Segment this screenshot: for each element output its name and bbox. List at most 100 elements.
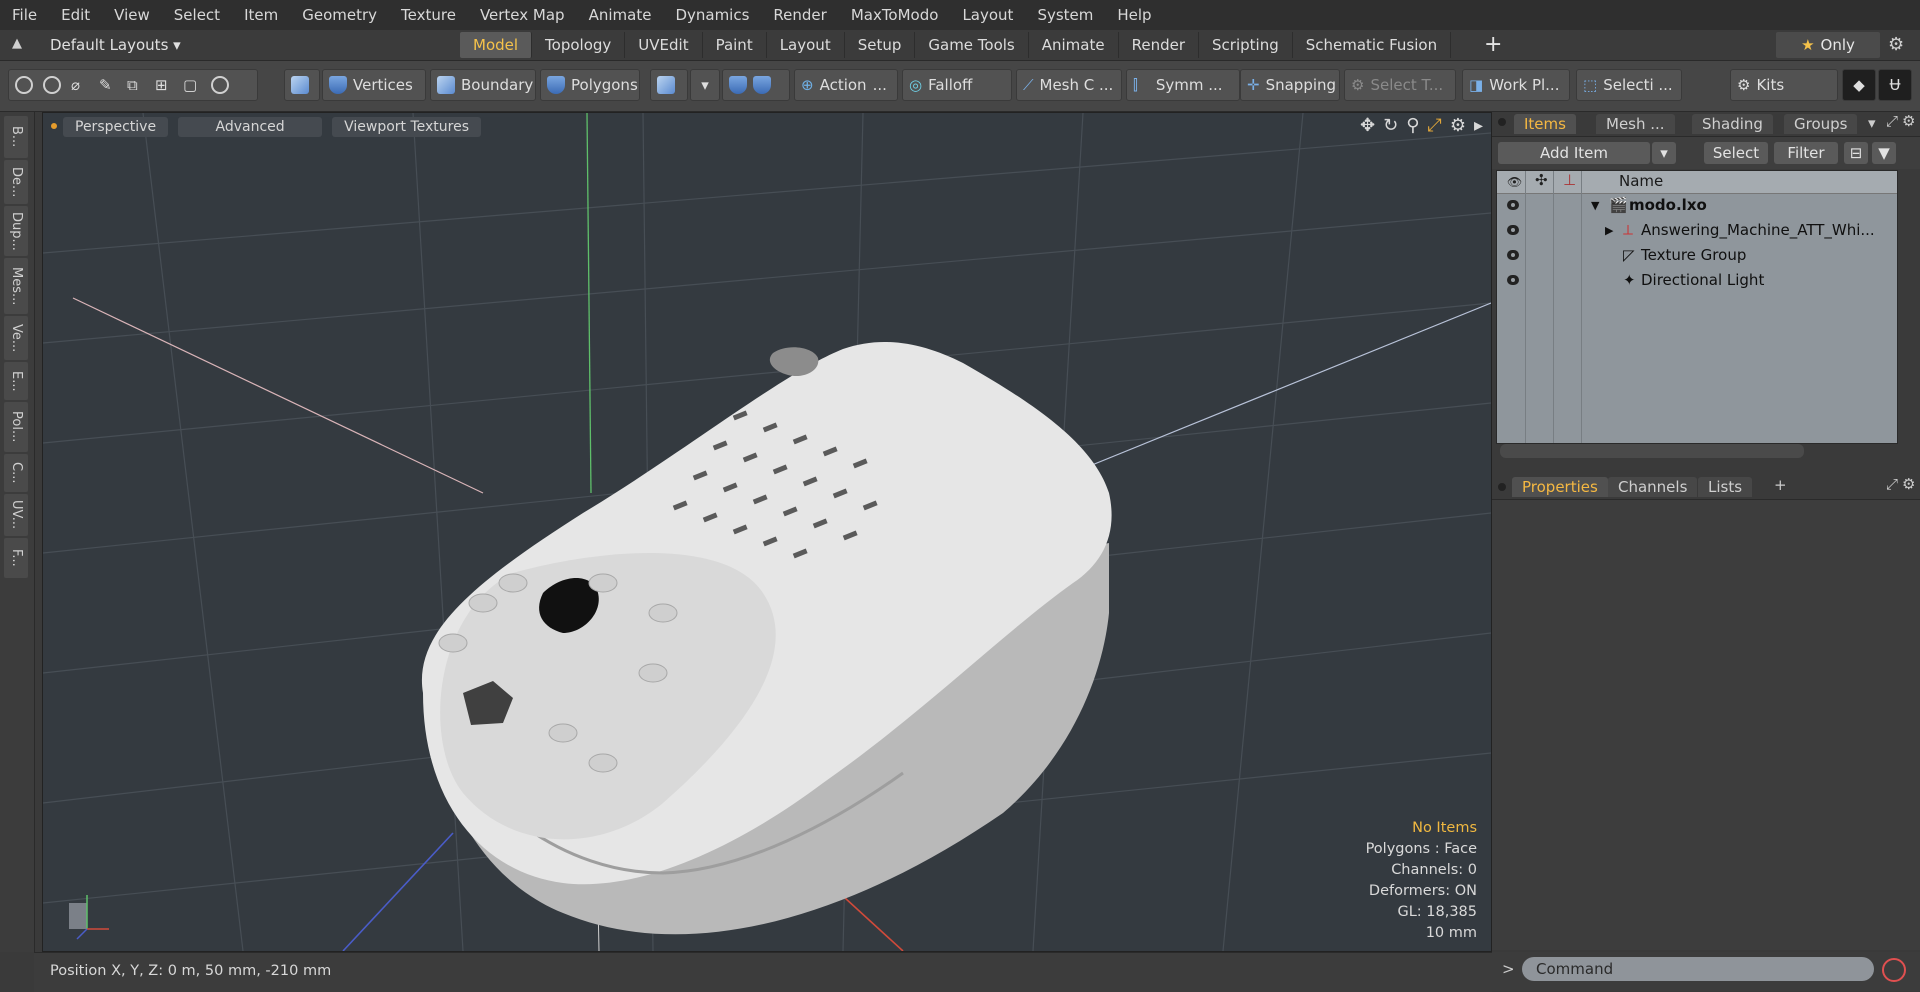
mesh-constraints-button[interactable]: ⟋ Mesh C ... bbox=[1016, 69, 1122, 101]
menu-help[interactable]: Help bbox=[1105, 6, 1163, 24]
eye-icon[interactable] bbox=[1507, 275, 1519, 285]
tab-uvedit[interactable]: UVEdit bbox=[625, 32, 703, 58]
tree-row-scene[interactable]: ▼ 🎬 modo.lxo bbox=[1497, 193, 1897, 218]
pan-icon[interactable]: ✥ bbox=[1360, 115, 1375, 136]
tabs-dropdown-icon[interactable]: ▾ bbox=[1868, 114, 1876, 132]
menu-view[interactable]: View bbox=[102, 6, 162, 24]
only-button[interactable]: ★ Only bbox=[1776, 32, 1880, 58]
eye-icon[interactable] bbox=[1507, 250, 1519, 260]
add-tab-plus-icon[interactable]: + bbox=[1774, 476, 1787, 494]
tab-shading[interactable]: Shading bbox=[1692, 114, 1773, 134]
command-input[interactable]: Command bbox=[1522, 957, 1874, 981]
filter-button[interactable]: Filter bbox=[1774, 142, 1838, 164]
expand-arrow-icon[interactable]: ▸ bbox=[1474, 115, 1483, 136]
tab-topology[interactable]: Topology bbox=[532, 32, 626, 58]
menu-edit[interactable]: Edit bbox=[49, 6, 102, 24]
tab-channels[interactable]: Channels bbox=[1608, 477, 1698, 497]
tab-setup[interactable]: Setup bbox=[845, 32, 916, 58]
vtab-mesh-edit[interactable]: Mes... bbox=[4, 258, 28, 314]
collapse-arrow-icon[interactable]: ▲ bbox=[12, 36, 28, 52]
menu-maxtomodo[interactable]: MaxToModo bbox=[839, 6, 951, 24]
name-column-header[interactable]: Name bbox=[1619, 172, 1663, 190]
layout-dropdown[interactable]: Default Layouts ▾ bbox=[50, 30, 181, 60]
unity-button[interactable]: ◆ bbox=[1842, 69, 1876, 101]
tab-scripting[interactable]: Scripting bbox=[1199, 32, 1293, 58]
vtab-fusion[interactable]: F... bbox=[4, 538, 28, 578]
shield-icon[interactable] bbox=[729, 76, 747, 94]
tree-row-texture-group[interactable]: ◸ Texture Group bbox=[1497, 243, 1897, 268]
vtab-basic[interactable]: B... bbox=[4, 116, 28, 158]
pen-icon[interactable]: ⌀ bbox=[71, 76, 89, 94]
circle-select-icon[interactable] bbox=[15, 76, 33, 94]
items-mode-button[interactable] bbox=[284, 69, 320, 101]
gear-icon[interactable]: ⚙ bbox=[1888, 34, 1904, 55]
collapse-icon[interactable]: ⊟ bbox=[1844, 142, 1868, 164]
perspective-dropdown[interactable]: Perspective bbox=[63, 117, 169, 137]
horizontal-scrollbar[interactable] bbox=[1500, 444, 1804, 458]
panel-gear-icon[interactable]: ⚙ bbox=[1902, 112, 1915, 130]
menu-item[interactable]: Item bbox=[232, 6, 290, 24]
tab-game-tools[interactable]: Game Tools bbox=[915, 32, 1029, 58]
menu-vertex-map[interactable]: Vertex Map bbox=[468, 6, 577, 24]
zoom-icon[interactable]: ⚲ bbox=[1406, 115, 1419, 136]
tab-mesh[interactable]: Mesh ... bbox=[1596, 114, 1675, 134]
snapping-button[interactable]: ✛ Snapping bbox=[1240, 69, 1340, 101]
add-item-dropdown-icon[interactable]: ▾ bbox=[1652, 142, 1676, 164]
eye-icon[interactable] bbox=[1507, 225, 1519, 235]
menu-select[interactable]: Select bbox=[162, 6, 232, 24]
rotate-icon[interactable]: ↻ bbox=[1383, 115, 1398, 136]
tab-groups[interactable]: Groups bbox=[1784, 114, 1858, 134]
panel-expand-icon[interactable]: ⤢ bbox=[1886, 475, 1898, 493]
viewport-textures-dropdown[interactable]: Viewport Textures bbox=[332, 117, 482, 137]
falloff-button[interactable]: ◎ Falloff bbox=[902, 69, 1012, 101]
material-mode-button[interactable] bbox=[650, 69, 688, 101]
tab-layout[interactable]: Layout bbox=[767, 32, 845, 58]
vtab-uv[interactable]: UV... bbox=[4, 494, 28, 536]
expand-arrow-icon[interactable]: ▼ bbox=[1591, 193, 1599, 218]
3d-viewport[interactable]: Perspective Advanced Viewport Textures ✥… bbox=[42, 112, 1492, 952]
menu-animate[interactable]: Animate bbox=[577, 6, 664, 24]
add-tab-plus-icon[interactable]: + bbox=[1484, 32, 1502, 58]
expand-arrow-icon[interactable]: ▶ bbox=[1605, 218, 1613, 243]
maximize-icon[interactable]: ⤢ bbox=[1427, 115, 1441, 136]
vtab-vertex[interactable]: Ve... bbox=[4, 316, 28, 360]
tab-properties[interactable]: Properties bbox=[1512, 477, 1608, 497]
tab-schematic-fusion[interactable]: Schematic Fusion bbox=[1293, 32, 1452, 58]
menu-texture[interactable]: Texture bbox=[389, 6, 468, 24]
menu-system[interactable]: System bbox=[1025, 6, 1105, 24]
link-icon[interactable]: ⧉ bbox=[127, 76, 145, 94]
vtab-duplicate[interactable]: Dup... bbox=[4, 206, 28, 256]
action-button[interactable]: ⊕ Action... bbox=[794, 69, 898, 101]
tab-lists[interactable]: Lists bbox=[1698, 477, 1753, 497]
record-icon[interactable] bbox=[1882, 958, 1906, 982]
menu-render[interactable]: Render bbox=[761, 6, 838, 24]
selection-sets-button[interactable]: ⬚ Selecti ... bbox=[1576, 69, 1682, 101]
vtab-curve[interactable]: C... bbox=[4, 454, 28, 492]
mode-dropdown[interactable]: ▾ bbox=[690, 69, 720, 101]
shading-dropdown[interactable]: Advanced bbox=[178, 117, 323, 137]
grid-icon[interactable]: ⊞ bbox=[155, 76, 173, 94]
select-button[interactable]: Select bbox=[1704, 142, 1768, 164]
tab-animate[interactable]: Animate bbox=[1029, 32, 1119, 58]
shield-star-icon[interactable] bbox=[753, 76, 771, 94]
frame-icon[interactable]: ▢ bbox=[183, 76, 201, 94]
vtab-edge[interactable]: E... bbox=[4, 362, 28, 400]
menu-geometry[interactable]: Geometry bbox=[290, 6, 389, 24]
tab-items[interactable]: Items bbox=[1514, 114, 1576, 134]
funnel-icon[interactable]: ▼ bbox=[1872, 142, 1896, 164]
unreal-button[interactable]: Ʉ bbox=[1878, 69, 1912, 101]
panel-expand-icon[interactable]: ⤢ bbox=[1886, 112, 1898, 130]
menu-dynamics[interactable]: Dynamics bbox=[663, 6, 761, 24]
kits-button[interactable]: ⚙ Kits bbox=[1730, 69, 1838, 101]
eye-icon[interactable] bbox=[1507, 200, 1519, 210]
viewport-gear-icon[interactable]: ⚙ bbox=[1450, 115, 1466, 136]
tree-row-mesh[interactable]: ▶ ⟂ Answering_Machine_ATT_Whi... bbox=[1497, 218, 1897, 243]
boundary-button[interactable]: Boundary bbox=[430, 69, 536, 101]
tree-row-light[interactable]: ✦ Directional Light bbox=[1497, 268, 1897, 293]
panel-gear-icon[interactable]: ⚙ bbox=[1902, 475, 1915, 493]
vtab-deform[interactable]: De... bbox=[4, 160, 28, 204]
tab-render[interactable]: Render bbox=[1119, 32, 1200, 58]
work-plane-button[interactable]: ◨ Work Pl... bbox=[1462, 69, 1570, 101]
polygons-button[interactable]: Polygons bbox=[540, 69, 640, 101]
tab-paint[interactable]: Paint bbox=[703, 32, 767, 58]
